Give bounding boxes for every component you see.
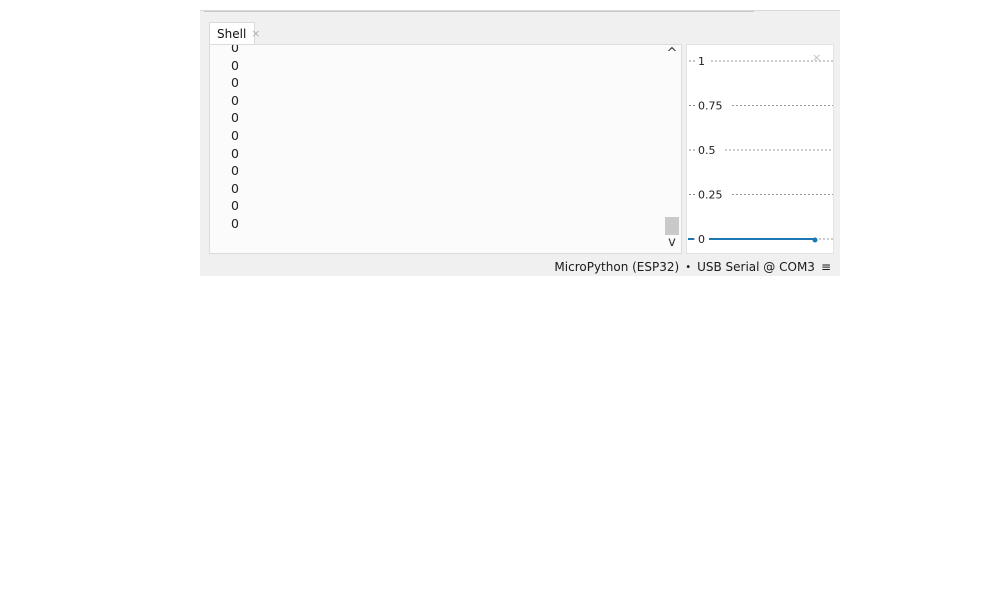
plotter-close-icon[interactable]: ×	[812, 51, 821, 64]
shell-line: 0	[231, 163, 239, 179]
tab-shell[interactable]: Shell ×	[209, 22, 261, 44]
y-tick-label: 0	[698, 233, 705, 246]
shell-line: 0	[231, 75, 239, 91]
y-tick-label: 0.5	[698, 144, 716, 157]
thonny-window: Shell × 00000000000 ^ v 1 0.75 0.5 0.25 0 × …	[200, 10, 840, 276]
close-icon[interactable]: ×	[251, 28, 260, 39]
status-bar: MicroPython (ESP32) • USB Serial @ COM3 …	[200, 257, 840, 277]
shell-line: 0	[231, 215, 239, 231]
chevron-down-icon[interactable]: v	[662, 236, 682, 250]
interpreter-label[interactable]: MicroPython (ESP32)	[554, 260, 679, 274]
menu-icon[interactable]: ≡	[821, 260, 831, 274]
y-tick-label: 1	[698, 55, 705, 68]
plotter-pane: 1 0.75 0.5 0.25 0 ×	[686, 44, 834, 254]
shell-scrollbar[interactable]: ^ v	[662, 44, 682, 254]
shell-line: 0	[231, 145, 239, 161]
shell-line: 0	[231, 127, 239, 143]
shell-output[interactable]: 00000000000	[209, 44, 682, 254]
shell-lines: 00000000000	[231, 44, 239, 233]
chevron-up-icon[interactable]: ^	[662, 47, 682, 61]
shell-line: 0	[231, 92, 239, 108]
y-tick-label: 0.25	[698, 189, 723, 202]
plotter-chart: 1 0.75 0.5 0.25 0	[688, 55, 833, 246]
port-label[interactable]: USB Serial @ COM3	[697, 260, 815, 274]
top-divider	[204, 11, 754, 12]
shell-line: 0	[231, 44, 239, 55]
shell-line: 0	[231, 180, 239, 196]
y-tick-label: 0.75	[698, 100, 723, 113]
shell-line: 0	[231, 110, 239, 126]
shell-line: 0	[231, 198, 239, 214]
tab-shell-label: Shell	[217, 26, 247, 41]
scrollbar-thumb[interactable]	[665, 217, 679, 235]
shell-line: 0	[231, 57, 239, 73]
series-point	[812, 237, 818, 243]
status-separator: •	[685, 261, 692, 273]
